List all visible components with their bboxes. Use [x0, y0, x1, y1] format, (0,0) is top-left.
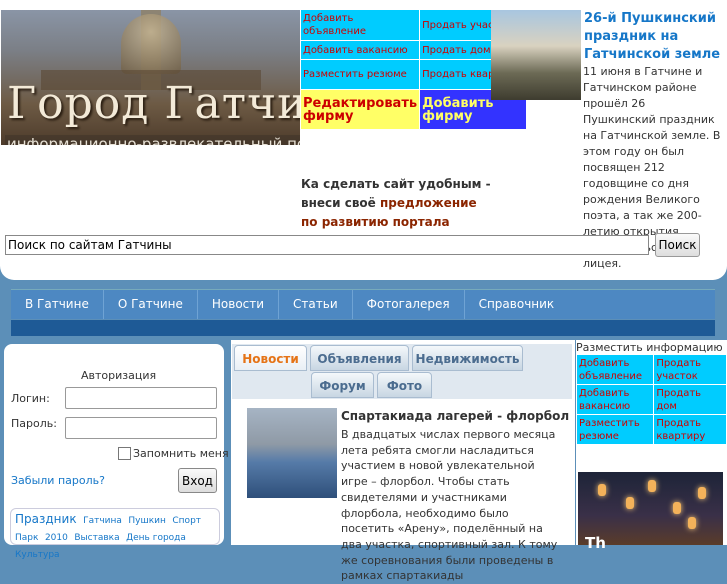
login-field[interactable]	[65, 387, 217, 409]
password-label: Пароль:	[11, 417, 57, 430]
add-vacancy-link[interactable]: Добавить вакансию	[299, 40, 421, 60]
logo-dome-shape	[121, 14, 181, 74]
tab-ads[interactable]: Объявления	[310, 345, 409, 371]
add-vacancy-link[interactable]: Добавить вакансию	[575, 384, 655, 415]
tag-item[interactable]: Парк	[15, 533, 38, 543]
tag-item[interactable]: Спорт	[172, 516, 201, 526]
main-nav: В Гатчине О Гатчине Новости Статьи Фотог…	[11, 289, 715, 319]
lantern-shape	[598, 484, 606, 496]
tab-photo[interactable]: Фото	[377, 372, 432, 398]
tag-item[interactable]: Выставка	[74, 533, 119, 543]
search-button[interactable]: Поиск	[655, 233, 700, 257]
remember-label: Запомнить меня	[133, 447, 229, 460]
lantern-shape	[698, 487, 706, 499]
lantern-shape	[688, 517, 696, 529]
sell-plot-link[interactable]: Продать участок	[653, 354, 727, 385]
tab-realty[interactable]: Недвижимость	[412, 345, 523, 371]
lanterns-image-caption: Th	[585, 534, 606, 552]
top-news-title[interactable]: 26-й Пушкинский праздник на Гатчинской з…	[584, 10, 722, 64]
forgot-password-link[interactable]: Забыли пароль?	[11, 474, 105, 487]
tag-item[interactable]: Праздник	[15, 512, 77, 526]
lantern-shape	[648, 480, 656, 492]
tab-forum[interactable]: Форум	[311, 372, 374, 398]
post-resume-link[interactable]: Разместить резюме	[299, 59, 421, 90]
nav-item-directory[interactable]: Справочник	[465, 290, 569, 319]
tag-item[interactable]: Культура	[15, 550, 60, 560]
tag-item[interactable]: Пушкин	[128, 516, 166, 526]
place-info-heading: Разместить информацию	[576, 341, 723, 354]
news-image[interactable]	[247, 408, 337, 498]
add-ad-link[interactable]: Добавить объявление	[299, 9, 421, 41]
tab-news[interactable]: Новости	[234, 345, 307, 371]
tag-item[interactable]: Гатчина	[83, 516, 122, 526]
nav-item-in-gatchina[interactable]: В Гатчине	[11, 290, 104, 319]
nav-item-news[interactable]: Новости	[198, 290, 280, 319]
site-logo[interactable]: Город Гатчина информационно-развлекатель…	[1, 10, 300, 145]
news-title[interactable]: Спартакиада лагерей - флорбол	[341, 409, 569, 423]
auth-title: Авторизация	[81, 369, 157, 382]
edit-company-link[interactable]: Редактировать фирму	[299, 89, 421, 130]
content-tabs: Новости Объявления Недвижимость Форум Фо…	[232, 344, 572, 399]
login-button[interactable]: Вход	[178, 468, 217, 493]
remember-checkbox[interactable]	[118, 447, 131, 460]
news-text: В двадцатых числах первого месяца лета р…	[341, 428, 558, 583]
nav-item-articles[interactable]: Статьи	[279, 290, 353, 319]
post-resume-link[interactable]: Разместить резюме	[575, 414, 655, 445]
logo-title: Город Гатчина	[7, 78, 300, 129]
lantern-shape	[626, 497, 634, 509]
tag-cloud: Праздник Гатчина Пушкин Спорт Парк 2010 …	[10, 508, 220, 560]
proposal-block: Ка сделать сайт удобным - внеси своё пре…	[301, 175, 491, 232]
right-actions-grid: Добавить объявление Продать участок Доба…	[575, 354, 727, 445]
nav-item-photo-gallery[interactable]: Фотогалерея	[353, 290, 465, 319]
logo-subtitle: информационно-развлекательный портал	[5, 135, 300, 145]
tag-item[interactable]: 2010	[45, 533, 68, 543]
add-ad-link[interactable]: Добавить объявление	[575, 354, 655, 385]
sell-flat-link[interactable]: Продать квартиру	[653, 414, 727, 445]
lantern-shape	[673, 502, 681, 514]
login-label: Логин:	[11, 392, 50, 405]
tag-item[interactable]: День города	[126, 533, 186, 543]
nav-item-about-gatchina[interactable]: О Гатчине	[104, 290, 198, 319]
password-field[interactable]	[65, 417, 217, 439]
search-input[interactable]	[5, 235, 649, 255]
sell-house-link[interactable]: Продать дом	[653, 384, 727, 415]
nav-subbar	[11, 320, 715, 336]
